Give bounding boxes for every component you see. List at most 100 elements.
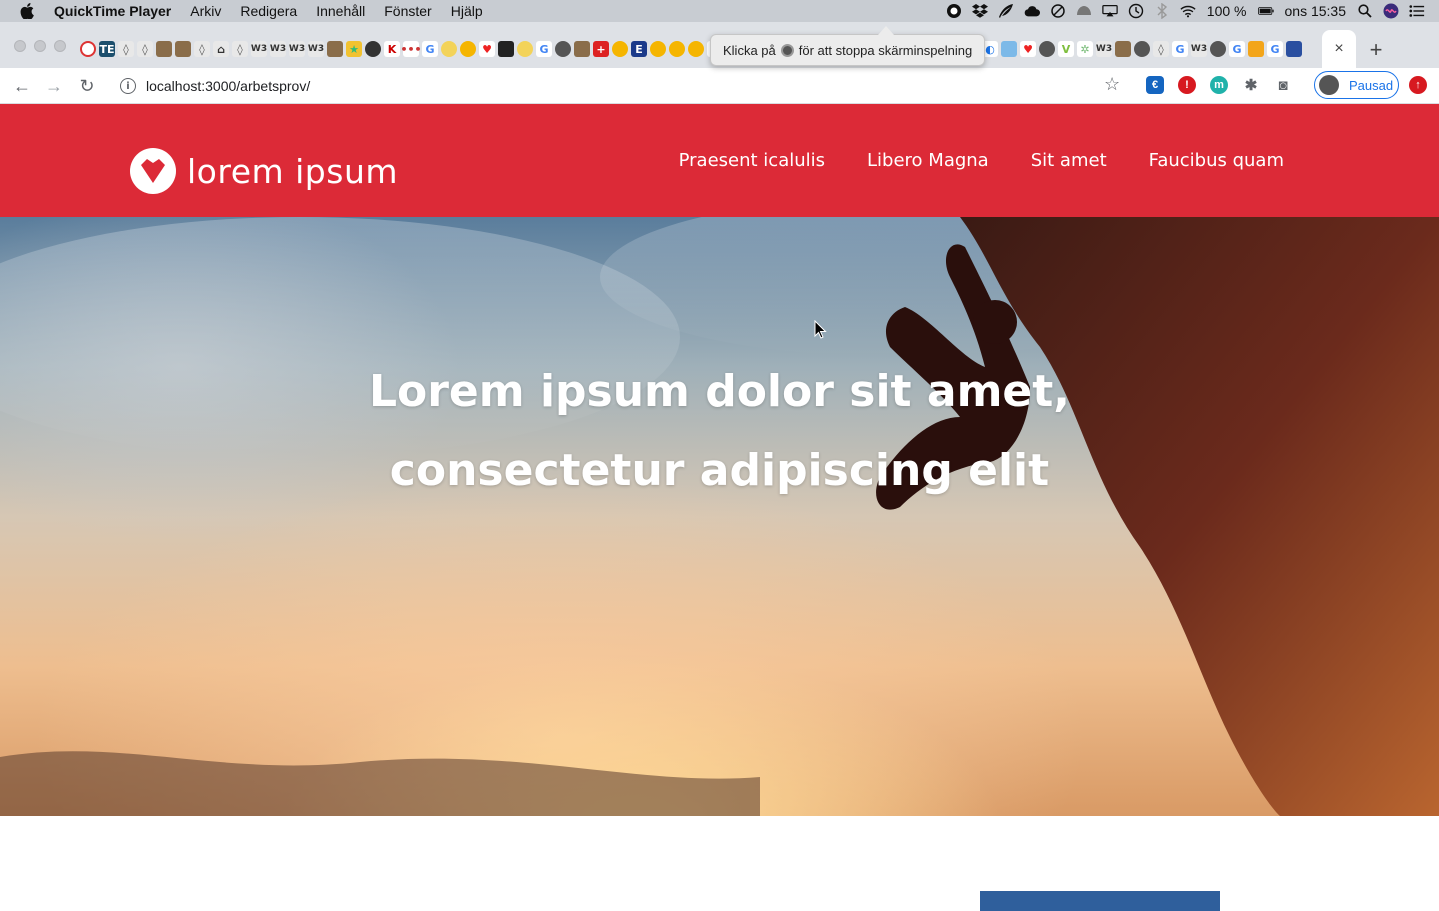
do-not-disturb-icon[interactable]: [1050, 4, 1066, 18]
tab-favicon-icon[interactable]: [175, 41, 191, 57]
tab-favicon-icon[interactable]: W3: [1096, 41, 1112, 57]
menu-fonster[interactable]: Fönster: [384, 3, 431, 19]
tab-favicon-icon[interactable]: G: [1172, 41, 1188, 57]
nav-link-sit-amet[interactable]: Sit amet: [1031, 150, 1107, 171]
tab-favicon-icon[interactable]: G: [536, 41, 552, 57]
reload-icon[interactable]: ↻: [75, 74, 99, 98]
tab-favicon-icon[interactable]: [612, 41, 628, 57]
active-tab[interactable]: ×: [1322, 30, 1356, 68]
helmet-icon[interactable]: [1076, 4, 1092, 18]
tab-favicon-icon[interactable]: [327, 41, 343, 57]
close-tab-icon[interactable]: ×: [1334, 40, 1343, 58]
wifi-icon[interactable]: [1180, 4, 1196, 18]
profile-status-label: Pausad: [1349, 77, 1394, 93]
tab-favicon-icon[interactable]: [669, 41, 685, 57]
tab-favicon-icon[interactable]: [650, 41, 666, 57]
tab-favicon-icon[interactable]: K: [384, 41, 400, 57]
tab-favicon-icon[interactable]: E: [631, 41, 647, 57]
window-zoom-button[interactable]: [54, 40, 66, 52]
tab-favicon-icon[interactable]: [574, 41, 590, 57]
tab-favicon-icon[interactable]: ✲: [1077, 41, 1093, 57]
tab-favicon-icon[interactable]: [1134, 41, 1150, 57]
tab-favicon-icon[interactable]: G: [1267, 41, 1283, 57]
tab-favicon-icon[interactable]: +: [593, 41, 609, 57]
tab-favicon-icon[interactable]: [441, 41, 457, 57]
menu-innehall[interactable]: Innehåll: [316, 3, 365, 19]
tab-favicon-icon[interactable]: W3: [308, 41, 324, 57]
cloud-icon[interactable]: [1024, 4, 1040, 18]
tab-favicon-icon[interactable]: [1210, 41, 1226, 57]
tab-favicon-icon[interactable]: ◊: [118, 41, 134, 57]
tab-favicon-icon[interactable]: W3: [270, 41, 286, 57]
tab-favicon-icon[interactable]: ◊: [137, 41, 153, 57]
tab-favicon-icon[interactable]: •••: [400, 41, 422, 57]
tab-favicon-icon[interactable]: G: [1229, 41, 1245, 57]
tab-favicon-icon[interactable]: [460, 41, 476, 57]
dropbox-icon[interactable]: [971, 4, 988, 18]
tab-favicon-icon[interactable]: [1115, 41, 1131, 57]
tab-favicon-icon[interactable]: [688, 41, 704, 57]
menu-app-name[interactable]: QuickTime Player: [54, 3, 171, 19]
tab-favicon-icon[interactable]: TE: [99, 41, 115, 57]
site-info-icon[interactable]: i: [120, 78, 136, 94]
menu-hjalp[interactable]: Hjälp: [451, 3, 483, 19]
camera-extension-icon[interactable]: ◙: [1274, 76, 1292, 94]
tab-favicon-icon[interactable]: V: [1058, 41, 1074, 57]
bug-extension-icon[interactable]: ✱: [1242, 76, 1260, 94]
nav-link-libero[interactable]: Libero Magna: [867, 150, 989, 171]
tab-favicon-icon[interactable]: [80, 41, 96, 57]
menu-bar-tray: 100 % ons 15:35: [941, 0, 1439, 22]
time-machine-icon[interactable]: [1128, 3, 1144, 19]
window-minimize-button[interactable]: [34, 40, 46, 52]
nav-link-praesent[interactable]: Praesent icalulis: [679, 150, 825, 171]
url-text[interactable]: localhost:3000/arbetsprov/: [146, 78, 310, 94]
tab-favicon-icon[interactable]: [555, 41, 571, 57]
tab-favicon-icon[interactable]: W3: [251, 41, 267, 57]
tab-favicon-icon[interactable]: ◊: [232, 41, 248, 57]
tab-favicon-icon[interactable]: ◊: [1153, 41, 1169, 57]
tab-favicon-icon[interactable]: ♥: [479, 41, 495, 57]
tab-favicon-icon[interactable]: ★: [346, 41, 362, 57]
spotlight-search-icon[interactable]: [1357, 4, 1373, 18]
tab-favicon-icon[interactable]: ⌂: [213, 41, 229, 57]
euro-extension-icon[interactable]: €: [1146, 76, 1164, 94]
airplay-icon[interactable]: [1102, 4, 1118, 18]
siri-icon[interactable]: [1383, 3, 1399, 19]
forward-arrow-icon[interactable]: →: [42, 74, 66, 98]
menu-bar-clock[interactable]: ons 15:35: [1285, 3, 1347, 19]
profile-button[interactable]: Pausad: [1314, 71, 1399, 99]
screen-record-stop-icon[interactable]: [946, 4, 962, 18]
adblock-extension-icon[interactable]: !: [1178, 76, 1196, 94]
tab-favicon-icon[interactable]: [517, 41, 533, 57]
bookmark-star-icon[interactable]: ☆: [1104, 74, 1120, 95]
tab-favicon-icon[interactable]: [1039, 41, 1055, 57]
tab-favicon-icon[interactable]: [1248, 41, 1264, 57]
bluetooth-icon[interactable]: [1154, 3, 1170, 19]
tab-favicon-icon[interactable]: W3: [1191, 41, 1207, 57]
nav-link-faucibus[interactable]: Faucibus quam: [1149, 150, 1284, 171]
window-close-button[interactable]: [14, 40, 26, 52]
back-arrow-icon[interactable]: ←: [10, 74, 34, 98]
notification-center-icon[interactable]: [1409, 4, 1425, 18]
tab-favicon-icon[interactable]: W3: [289, 41, 305, 57]
tab-favicon-icon[interactable]: [1001, 41, 1017, 57]
update-extension-icon[interactable]: ↑: [1409, 76, 1427, 94]
address-bar[interactable]: i localhost:3000/arbetsprov/: [108, 71, 1138, 101]
tab-favicon-icon[interactable]: ◊: [194, 41, 210, 57]
tab-favicon-icon[interactable]: [498, 41, 514, 57]
tab-favicon-icon[interactable]: [156, 41, 172, 57]
new-tab-button[interactable]: +: [1364, 38, 1388, 62]
m-extension-icon[interactable]: m: [1210, 76, 1228, 94]
feather-icon[interactable]: [998, 4, 1014, 18]
menu-redigera[interactable]: Redigera: [240, 3, 297, 19]
tab-favicon-icon[interactable]: [1286, 41, 1302, 57]
hero-title-line-1: Lorem ipsum dolor sit amet,: [368, 366, 1071, 417]
tab-favicon-icon[interactable]: G: [422, 41, 438, 57]
pinned-tabs-right: ◐ ♥ V ✲ W3 ◊ G W3 G G: [982, 40, 1312, 58]
menu-arkiv[interactable]: Arkiv: [190, 3, 221, 19]
apple-icon[interactable]: [20, 3, 34, 19]
tab-favicon-icon[interactable]: [365, 41, 381, 57]
tab-favicon-icon[interactable]: ♥: [1020, 41, 1036, 57]
site-logo[interactable]: lorem ipsum: [130, 148, 398, 194]
battery-icon[interactable]: [1257, 4, 1274, 18]
